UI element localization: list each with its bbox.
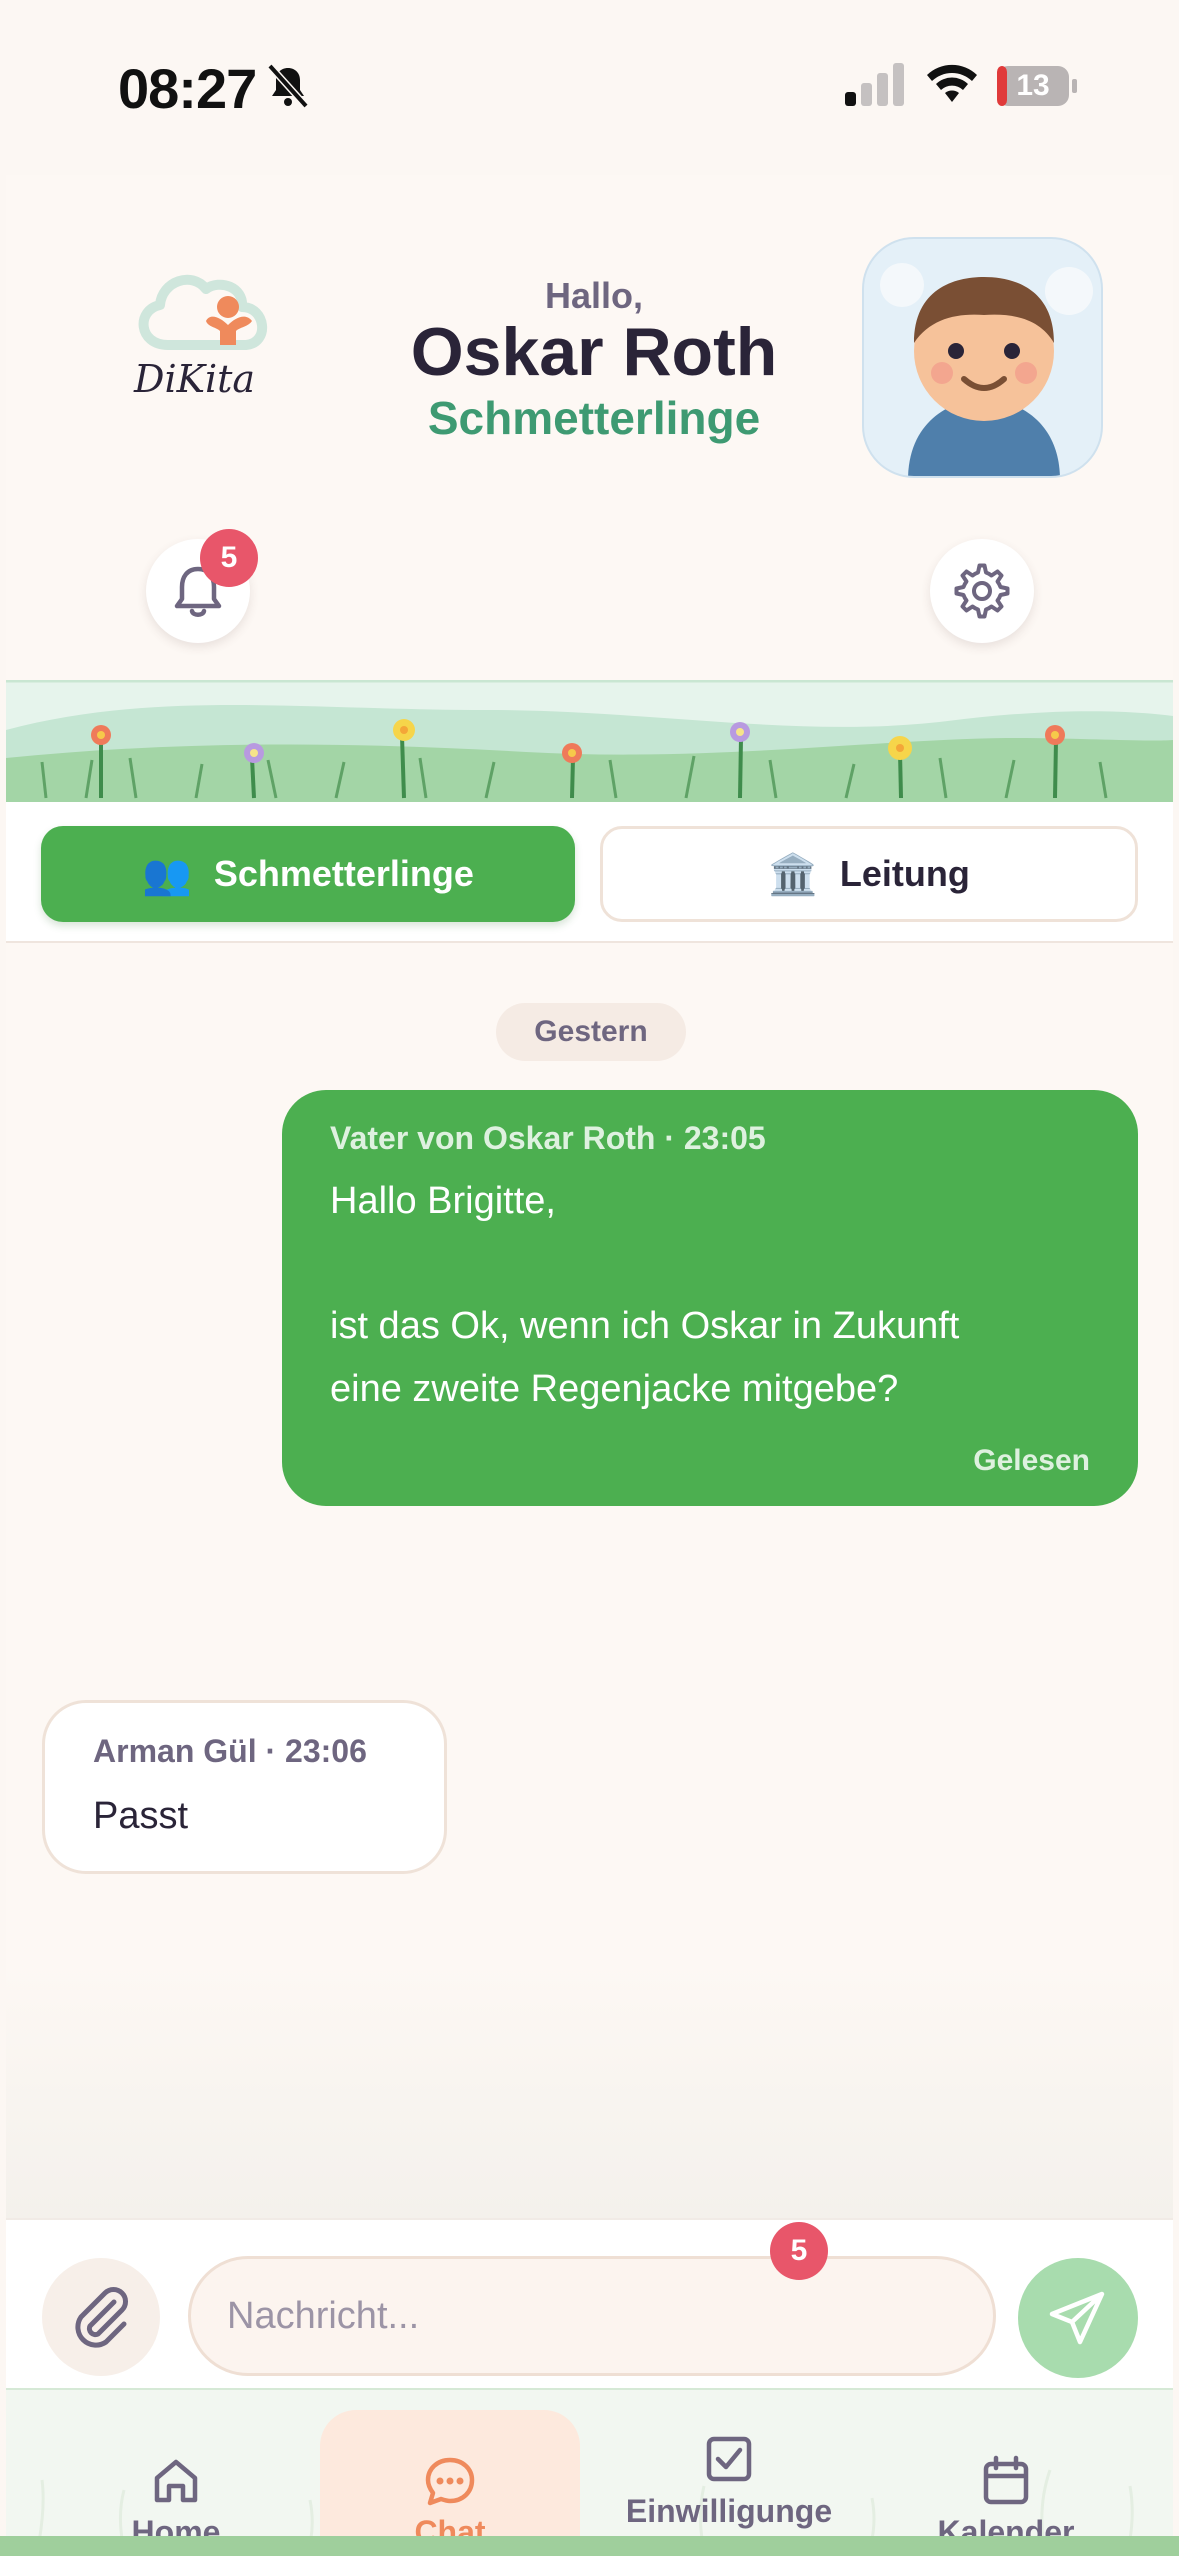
- logo-text: DiKita: [134, 357, 256, 401]
- chat-area[interactable]: Gestern Vater von Oskar Roth · 23:05 Hal…: [6, 943, 1173, 2218]
- message-outgoing[interactable]: Vater von Oskar Roth · 23:05 Hallo Brigi…: [282, 1090, 1138, 1506]
- settings-button[interactable]: [930, 539, 1034, 643]
- nav-chat[interactable]: Chat: [320, 2410, 580, 2556]
- status-time: 08:27: [118, 57, 257, 120]
- message-line: Hallo Brigitte,: [330, 1180, 556, 1222]
- greeting: Hallo,: [544, 275, 643, 316]
- app-frame: DiKita Hallo, Oskar Roth Schmetterlinge: [6, 175, 1173, 2556]
- paperclip-icon: [75, 2287, 128, 2348]
- message-input[interactable]: [188, 2256, 996, 2376]
- building-icon: 🏛️: [768, 852, 818, 897]
- message-composer: [6, 2218, 1173, 2388]
- tab-label: Leitung: [839, 853, 970, 894]
- message-line: eine zweite Regenjacke mitgebe?: [330, 1368, 899, 1410]
- message-text: Passt: [93, 1795, 189, 1837]
- child-name: Oskar Roth: [410, 314, 778, 390]
- tab-leitung[interactable]: 🏛️ Leitung: [600, 826, 1138, 922]
- attach-button[interactable]: [42, 2258, 160, 2376]
- home-icon: [154, 2459, 198, 2503]
- battery-level: 13: [1016, 69, 1050, 102]
- message-meta: Arman Gül · 23:06: [93, 1733, 367, 1769]
- nav-home[interactable]: Home: [66, 2410, 286, 2556]
- notification-badge: 5: [200, 529, 258, 587]
- consent-badge: 5: [770, 2222, 828, 2280]
- checkbox-icon: [706, 2436, 752, 2482]
- nav-kalender[interactable]: Kalender: [886, 2410, 1126, 2556]
- bottom-strip: [0, 2536, 1179, 2556]
- send-button[interactable]: [1018, 2258, 1138, 2378]
- meadow-banner: [6, 680, 1173, 802]
- bottom-nav: Home Chat Einwilligunge n Kalend: [6, 2388, 1173, 2556]
- battery-icon: 13: [996, 65, 1078, 107]
- bell-off-icon: [267, 63, 309, 109]
- group-name: Schmetterlinge: [427, 392, 761, 444]
- chat-icon: [425, 2457, 475, 2506]
- nav-einwilligungen[interactable]: Einwilligunge n: [610, 2410, 848, 2556]
- tab-schmetterlinge[interactable]: 👥 Schmetterlinge: [41, 826, 575, 922]
- header: DiKita Hallo, Oskar Roth Schmetterlinge: [6, 175, 1173, 680]
- message-incoming[interactable]: Arman Gül · 23:06 Passt: [42, 1700, 447, 1874]
- read-status: Gelesen: [973, 1444, 1090, 1477]
- nav-label-line1: Einwilligunge: [625, 2493, 833, 2529]
- status-bar: 08:27 13: [0, 0, 1179, 175]
- wifi-icon: [927, 64, 977, 102]
- message-meta: Vater von Oskar Roth · 23:05: [330, 1120, 766, 1156]
- tab-label: Schmetterlinge: [213, 853, 474, 894]
- child-avatar[interactable]: [862, 237, 1103, 478]
- send-icon: [1049, 2291, 1105, 2345]
- signal-icon: [845, 63, 904, 106]
- date-separator: Gestern: [496, 1003, 686, 1061]
- group-icon: 👥: [142, 852, 192, 897]
- gear-icon: [954, 563, 1010, 619]
- calendar-icon: [983, 2455, 1029, 2505]
- channel-tabs: 👥 Schmetterlinge 🏛️ Leitung: [6, 802, 1173, 943]
- message-line: ist das Ok, wenn ich Oskar in Zukunft: [330, 1305, 960, 1347]
